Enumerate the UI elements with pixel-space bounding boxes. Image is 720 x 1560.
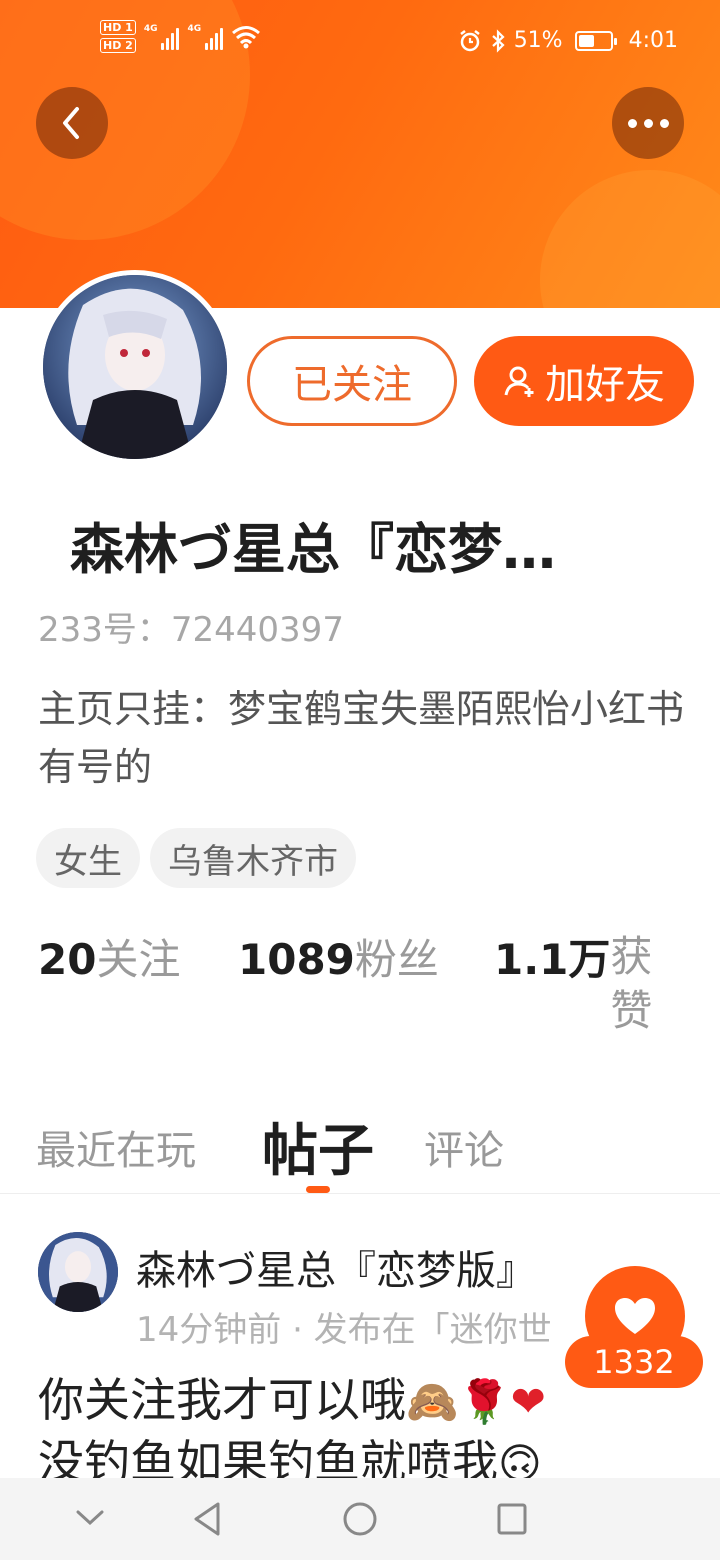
bluetooth-icon (491, 28, 505, 53)
status-bar: HD 1 HD 2 4G 4G 51% 4:01 (0, 0, 720, 84)
likes-received-label: 获赞 (610, 932, 653, 1035)
post-line-1-text: 你关注我才可以哦 (38, 1373, 406, 1427)
location-tag: 乌鲁木齐市 (150, 828, 356, 888)
followed-button[interactable]: 已关注 (247, 336, 457, 426)
profile-bio: 主页只挂：梦宝鹤宝失墨陌熙怡小红书有号的 (38, 687, 685, 789)
profile-tabs: 最近在玩 帖子 评论 (0, 1100, 720, 1194)
signal-icon: 4G (144, 24, 180, 50)
tab-comments[interactable]: 评论 (424, 1118, 504, 1176)
post-author-avatar[interactable] (38, 1232, 118, 1312)
fans-count: 1089 (238, 935, 355, 984)
more-options-button[interactable] (612, 87, 684, 159)
network-type-2: 4G (187, 23, 202, 34)
profile-name: 森林づ星总『恋梦… (70, 518, 556, 581)
fans-stat[interactable]: 1089 粉丝 (238, 930, 439, 990)
likes-stat[interactable]: 1.1万 获赞 (494, 930, 662, 1038)
post-line-1: 你关注我才可以哦🙈🌹❤ (38, 1370, 658, 1432)
battery-percent: 51% (513, 28, 563, 53)
likes-received-count: 1.1万 (494, 935, 611, 984)
tab-posts[interactable]: 帖子 (262, 1106, 374, 1187)
hd1-label: HD 1 (100, 20, 136, 35)
signal-icon-2: 4G (187, 23, 224, 50)
followed-label: 已关注 (292, 362, 412, 408)
home-circle-icon[interactable] (342, 1500, 378, 1538)
gender-tag: 女生 (36, 828, 140, 888)
see-no-evil-monkey-icon: 🙈 (406, 1377, 459, 1426)
following-count: 20 (38, 935, 97, 984)
chevron-left-icon (63, 107, 79, 139)
user-id: 233号：72440397 (38, 610, 344, 650)
clock: 4:01 (628, 28, 678, 53)
fans-label: 粉丝 (354, 935, 439, 984)
wifi-icon (232, 25, 261, 48)
profile-tags: 女生 乌鲁木齐市 (36, 828, 356, 888)
battery-icon (574, 30, 617, 51)
alarm-icon (459, 29, 480, 51)
profile-avatar[interactable] (38, 270, 232, 464)
post-body[interactable]: 你关注我才可以哦🙈🌹❤ 没钓鱼如果钓鱼就喷我🙃 (38, 1370, 658, 1494)
heart-icon (615, 1298, 655, 1334)
profile-screen: HD 1 HD 2 4G 4G 51% 4:01 已关注 加好友 森林づ星总『恋… (0, 0, 720, 1560)
red-heart-icon: ❤ (510, 1377, 546, 1426)
hd2-label: HD 2 (100, 38, 136, 53)
like-count-badge: 1332 (565, 1336, 703, 1388)
add-user-icon (504, 366, 534, 397)
profile-stats: 20 关注 1089 粉丝 1.1万 获赞 (38, 930, 698, 1050)
active-tab-indicator (306, 1186, 330, 1193)
add-friend-label: 加好友 (545, 362, 665, 408)
back-triangle-icon[interactable] (190, 1500, 224, 1538)
system-navigation-bar (0, 1478, 720, 1560)
rose-icon: 🌹 (458, 1377, 511, 1426)
following-stat[interactable]: 20 关注 (38, 930, 180, 990)
add-friend-button[interactable]: 加好友 (474, 336, 694, 426)
avatar-image (38, 1232, 118, 1312)
following-label: 关注 (96, 935, 181, 984)
back-button[interactable] (36, 87, 108, 159)
chevron-down-icon[interactable] (74, 1508, 106, 1528)
post-meta: 14分钟前 · 发布在「迷你世 (136, 1310, 552, 1350)
network-type-1: 4G (143, 23, 158, 34)
tab-recently-played[interactable]: 最近在玩 (36, 1118, 196, 1176)
more-icon (627, 118, 669, 128)
avatar-image (43, 275, 227, 459)
recents-square-icon[interactable] (496, 1500, 528, 1538)
post-author-name[interactable]: 森林づ星总『恋梦版』 (136, 1238, 536, 1296)
hd-indicator: HD 1 HD 2 (100, 20, 136, 53)
